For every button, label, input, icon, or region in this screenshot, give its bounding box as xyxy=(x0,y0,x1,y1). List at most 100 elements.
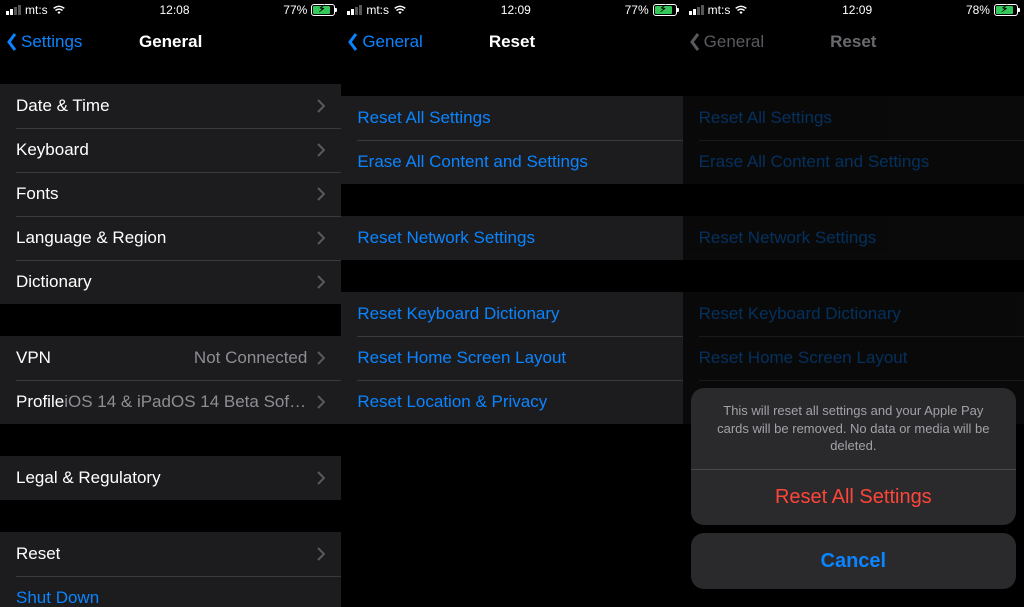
carrier-label: mt:s xyxy=(25,3,48,17)
signal-icon xyxy=(689,5,704,15)
row-language-region[interactable]: Language & Region xyxy=(0,216,341,260)
chevron-left-icon xyxy=(6,32,18,52)
wifi-icon xyxy=(52,5,66,15)
row-reset-network: Reset Network Settings xyxy=(683,216,1024,260)
row-label: Reset Keyboard Dictionary xyxy=(699,304,901,324)
row-label: Shut Down xyxy=(16,588,99,607)
row-label: Reset Network Settings xyxy=(357,228,535,248)
row-reset[interactable]: Reset xyxy=(0,532,341,576)
row-reset-home-screen[interactable]: Reset Home Screen Layout xyxy=(341,336,682,380)
row-reset-home-screen: Reset Home Screen Layout xyxy=(683,336,1024,380)
group-datetime: Date & Time Keyboard Fonts Language & Re… xyxy=(0,84,341,304)
row-erase-all[interactable]: Erase All Content and Settings xyxy=(341,140,682,184)
row-label: Reset Home Screen Layout xyxy=(357,348,566,368)
chevron-right-icon xyxy=(317,471,325,485)
row-label: Reset Network Settings xyxy=(699,228,877,248)
row-label: Dictionary xyxy=(16,272,92,292)
row-reset-all-settings: Reset All Settings xyxy=(683,96,1024,140)
row-label: Erase All Content and Settings xyxy=(699,152,930,172)
status-time: 12:09 xyxy=(501,3,531,17)
carrier-label: mt:s xyxy=(366,3,389,17)
row-date-time[interactable]: Date & Time xyxy=(0,84,341,128)
row-label: Reset All Settings xyxy=(699,108,832,128)
row-value: iOS 14 & iPadOS 14 Beta Softwar... xyxy=(64,392,307,412)
battery-percent: 77% xyxy=(283,3,307,17)
status-bar: mt:s 12:09 78% ⚡︎ xyxy=(683,0,1024,20)
group-legal: Legal & Regulatory xyxy=(0,456,341,500)
row-shutdown[interactable]: Shut Down xyxy=(0,576,341,607)
group-reset-main: Reset All Settings Erase All Content and… xyxy=(683,96,1024,184)
sheet-main-block: This will reset all settings and your Ap… xyxy=(691,388,1016,525)
chevron-right-icon xyxy=(317,547,325,561)
row-reset-all-settings[interactable]: Reset All Settings xyxy=(341,96,682,140)
battery-percent: 78% xyxy=(966,3,990,17)
row-label: Fonts xyxy=(16,184,59,204)
back-button: General xyxy=(683,32,764,52)
battery-icon: ⚡︎ xyxy=(653,4,677,16)
row-reset-location-privacy[interactable]: Reset Location & Privacy xyxy=(341,380,682,424)
screen-general: mt:s 12:08 77% ⚡︎ Settings General Date … xyxy=(0,0,341,607)
screen-reset-confirm: mt:s 12:09 78% ⚡︎ General Reset Reset Al… xyxy=(683,0,1024,607)
status-bar: mt:s 12:08 77% ⚡︎ xyxy=(0,0,341,20)
row-label: Reset Location & Privacy xyxy=(357,392,547,412)
group-reset-network: Reset Network Settings xyxy=(683,216,1024,260)
group-reset-other: Reset Keyboard Dictionary Reset Home Scr… xyxy=(341,292,682,424)
row-profile[interactable]: Profile iOS 14 & iPadOS 14 Beta Softwar.… xyxy=(0,380,341,424)
row-label: Date & Time xyxy=(16,96,110,116)
chevron-right-icon xyxy=(317,143,325,157)
row-label: Erase All Content and Settings xyxy=(357,152,588,172)
row-erase-all: Erase All Content and Settings xyxy=(683,140,1024,184)
chevron-right-icon xyxy=(317,187,325,201)
row-reset-keyboard-dictionary[interactable]: Reset Keyboard Dictionary xyxy=(341,292,682,336)
row-label: VPN xyxy=(16,348,51,368)
status-bar: mt:s 12:09 77% ⚡︎ xyxy=(341,0,682,20)
row-value: Not Connected xyxy=(194,348,307,368)
carrier-label: mt:s xyxy=(708,3,731,17)
battery-icon: ⚡︎ xyxy=(311,4,335,16)
action-sheet: This will reset all settings and your Ap… xyxy=(691,388,1016,597)
back-button[interactable]: General xyxy=(341,32,422,52)
chevron-right-icon xyxy=(317,99,325,113)
row-legal[interactable]: Legal & Regulatory xyxy=(0,456,341,500)
row-label: Reset Home Screen Layout xyxy=(699,348,908,368)
signal-icon xyxy=(6,5,21,15)
battery-icon: ⚡︎ xyxy=(994,4,1018,16)
status-time: 12:08 xyxy=(159,3,189,17)
row-label: Legal & Regulatory xyxy=(16,468,161,488)
back-label: General xyxy=(704,32,764,52)
sheet-message: This will reset all settings and your Ap… xyxy=(691,388,1016,469)
row-dictionary[interactable]: Dictionary xyxy=(0,260,341,304)
chevron-left-icon xyxy=(689,32,701,52)
nav-bar: General Reset xyxy=(683,20,1024,64)
status-time: 12:09 xyxy=(842,3,872,17)
wifi-icon xyxy=(393,5,407,15)
row-label: Profile xyxy=(16,392,64,412)
row-fonts[interactable]: Fonts xyxy=(0,172,341,216)
chevron-right-icon xyxy=(317,231,325,245)
back-label: General xyxy=(362,32,422,52)
row-label: Keyboard xyxy=(16,140,89,160)
screen-reset: mt:s 12:09 77% ⚡︎ General Reset Reset Al… xyxy=(341,0,682,607)
sheet-cancel-block: Cancel xyxy=(691,533,1016,589)
row-vpn[interactable]: VPN Not Connected xyxy=(0,336,341,380)
row-keyboard[interactable]: Keyboard xyxy=(0,128,341,172)
nav-bar: General Reset xyxy=(341,20,682,64)
group-reset-network: Reset Network Settings xyxy=(341,216,682,260)
row-reset-keyboard-dictionary: Reset Keyboard Dictionary xyxy=(683,292,1024,336)
nav-bar: Settings General xyxy=(0,20,341,64)
row-label: Reset xyxy=(16,544,60,564)
chevron-right-icon xyxy=(317,275,325,289)
back-label: Settings xyxy=(21,32,82,52)
sheet-reset-all-settings-button[interactable]: Reset All Settings xyxy=(691,469,1016,525)
row-label: Reset Keyboard Dictionary xyxy=(357,304,559,324)
group-reset-main: Reset All Settings Erase All Content and… xyxy=(341,96,682,184)
wifi-icon xyxy=(734,5,748,15)
back-button[interactable]: Settings xyxy=(0,32,82,52)
row-reset-network[interactable]: Reset Network Settings xyxy=(341,216,682,260)
row-label: Reset All Settings xyxy=(357,108,490,128)
row-label: Language & Region xyxy=(16,228,166,248)
group-reset: Reset Shut Down xyxy=(0,532,341,607)
chevron-right-icon xyxy=(317,395,325,409)
battery-percent: 77% xyxy=(625,3,649,17)
sheet-cancel-button[interactable]: Cancel xyxy=(691,533,1016,589)
